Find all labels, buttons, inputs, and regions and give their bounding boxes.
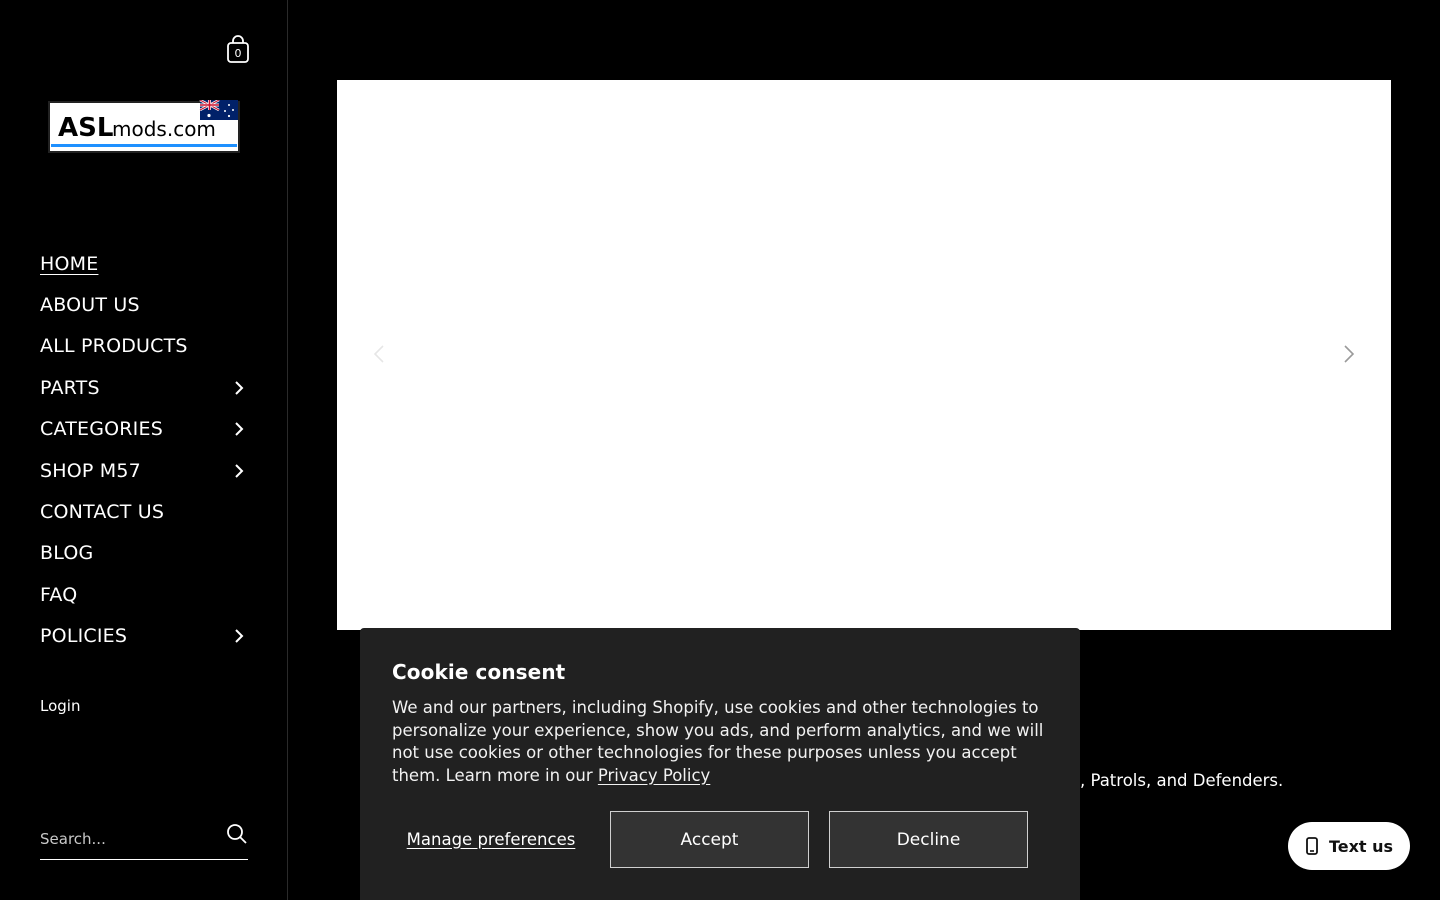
australian-flag-icon — [199, 98, 238, 120]
nav-item-categories[interactable]: CATEGORIES — [40, 409, 250, 450]
nav-item-label: POLICIES — [40, 625, 128, 648]
cookie-body-text: We and our partners, including Shopify, … — [392, 698, 1044, 785]
cookie-consent-banner: Cookie consent We and our partners, incl… — [360, 628, 1080, 900]
nav-item-all-products[interactable]: ALL PRODUCTS — [40, 326, 250, 367]
slider-next-button[interactable] — [1337, 342, 1361, 366]
cart-button[interactable]: 0 — [222, 32, 254, 66]
manage-preferences-button[interactable]: Manage preferences — [392, 830, 590, 850]
chevron-right-icon — [232, 629, 246, 643]
nav-item-label: ALL PRODUCTS — [40, 335, 188, 358]
svg-text:mods.com: mods.com — [112, 117, 216, 141]
intro-text-partial: , Patrols, and Defenders. — [1080, 771, 1284, 790]
nav-item-label: PARTS — [40, 376, 100, 399]
nav-item-blog[interactable]: BLOG — [40, 533, 250, 574]
chevron-right-icon — [232, 463, 246, 478]
cookie-body: We and our partners, including Shopify, … — [392, 697, 1052, 787]
nav-item-contact-us[interactable]: CONTACT US — [40, 491, 250, 532]
nav-item-label: HOME — [40, 252, 99, 275]
privacy-policy-link[interactable]: Privacy Policy — [598, 766, 710, 785]
nav-item-home[interactable]: HOME — [40, 243, 250, 284]
shopping-bag-icon: 0 — [227, 35, 249, 63]
nav-item-label: CATEGORIES — [40, 418, 163, 441]
chevron-right-icon — [1344, 345, 1355, 363]
hero-slider — [337, 80, 1391, 630]
phone-icon — [1306, 837, 1318, 855]
svg-text:ASL: ASL — [58, 113, 113, 143]
nav-item-faq[interactable]: FAQ — [40, 574, 250, 615]
chevron-left-icon — [373, 345, 384, 363]
search-input[interactable] — [40, 823, 220, 854]
text-us-label: Text us — [1328, 836, 1394, 856]
nav-item-parts[interactable]: PARTS — [40, 367, 250, 408]
nav-item-label: ABOUT US — [40, 294, 140, 317]
login-link[interactable]: Login — [40, 697, 80, 715]
search-icon[interactable] — [226, 823, 248, 845]
nav-item-about-us[interactable]: ABOUT US — [40, 284, 250, 325]
cookie-title: Cookie consent — [392, 660, 566, 684]
accept-button[interactable]: Accept — [610, 811, 809, 868]
cart-count: 0 — [235, 47, 242, 60]
nav-item-label: FAQ — [40, 583, 78, 606]
chevron-right-icon — [232, 381, 246, 395]
slider-prev-button[interactable] — [367, 342, 391, 366]
nav-item-label: SHOP M57 — [40, 459, 141, 482]
cookie-actions: Manage preferences Accept Decline — [392, 811, 1028, 868]
nav-item-shop-m57[interactable]: SHOP M57 — [40, 450, 250, 491]
nav-item-policies[interactable]: POLICIES — [40, 616, 250, 657]
chevron-right-icon — [232, 422, 246, 436]
decline-button[interactable]: Decline — [829, 811, 1028, 868]
text-us-button[interactable]: Text us — [1288, 822, 1410, 870]
site-logo[interactable]: ASL mods.com — [48, 98, 240, 154]
search-form — [40, 818, 248, 860]
nav-item-label: CONTACT US — [40, 501, 165, 524]
main-nav: HOME ABOUT US ALL PRODUCTS PARTS CATEGOR… — [40, 243, 250, 657]
sidebar: 0 ASL mods.com HOME ABOUT US ALL PRODUCT… — [0, 0, 288, 900]
nav-item-label: BLOG — [40, 542, 94, 565]
